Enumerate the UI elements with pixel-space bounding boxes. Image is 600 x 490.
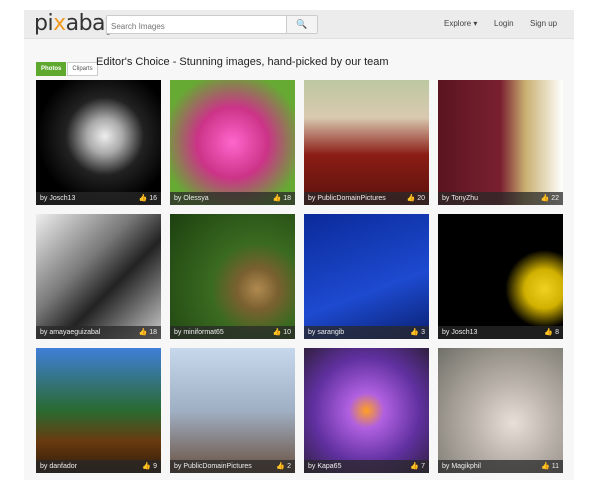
image-tile[interactable]: by PublicDomainPictures 👍 2	[170, 348, 295, 473]
like-number: 18	[149, 329, 157, 336]
tile-caption: by Magikphil 👍 11	[438, 460, 563, 473]
like-count[interactable]: 👍 20	[407, 192, 425, 205]
tile-caption: by TonyZhu 👍 22	[438, 192, 563, 205]
author-link[interactable]: by PublicDomainPictures	[174, 460, 252, 473]
thumbs-up-icon: 👍	[272, 329, 282, 336]
thumbs-up-icon: 👍	[540, 195, 550, 202]
like-count[interactable]: 👍 9	[142, 460, 157, 473]
thumbs-up-icon: 👍	[276, 463, 286, 470]
like-number: 2	[287, 463, 291, 470]
media-filter: Photos Cliparts	[36, 57, 99, 76]
author-link[interactable]: by Magikphil	[442, 460, 481, 473]
logo-text: pi	[34, 11, 54, 36]
search-box: 🔍	[106, 15, 318, 34]
image-tile[interactable]: by TonyZhu 👍 22	[438, 80, 563, 205]
like-count[interactable]: 👍 8	[544, 326, 559, 339]
image-tile[interactable]: by Kapa65 👍 7	[304, 348, 429, 473]
tile-caption: by Kapa65 👍 7	[304, 460, 429, 473]
explore-menu[interactable]: Explore ▾	[444, 19, 477, 28]
like-number: 3	[421, 329, 425, 336]
author-link[interactable]: by miniformat65	[174, 326, 224, 339]
thumbs-up-icon: 👍	[544, 329, 554, 336]
tile-caption: by miniformat65 👍 10	[170, 326, 295, 339]
image-tile[interactable]: by PublicDomainPictures 👍 20	[304, 80, 429, 205]
thumbs-up-icon: 👍	[541, 463, 550, 470]
tile-caption: by Josch13 👍 8	[438, 326, 563, 339]
like-count[interactable]: 👍 2	[276, 460, 291, 473]
tile-caption: by amayaeguizabal 👍 18	[36, 326, 161, 339]
like-count[interactable]: 👍 10	[273, 326, 291, 339]
tile-caption: by PublicDomainPictures 👍 2	[170, 460, 295, 473]
thumbs-up-icon: 👍	[142, 463, 152, 470]
tab-cliparts[interactable]: Cliparts	[67, 62, 98, 76]
image-tile[interactable]: by sarangib 👍 3	[304, 214, 429, 339]
thumbs-up-icon: 👍	[138, 195, 148, 202]
like-number: 11	[551, 463, 559, 470]
like-number: 10	[283, 329, 291, 336]
like-count[interactable]: 👍 22	[541, 192, 559, 205]
thumbs-up-icon: 👍	[272, 195, 282, 202]
login-link[interactable]: Login	[494, 19, 514, 28]
tile-caption: by Josch13 👍 16	[36, 192, 161, 205]
author-link[interactable]: by danfador	[40, 460, 77, 473]
image-tile[interactable]: by Olessya 👍 18	[170, 80, 295, 205]
author-link[interactable]: by PublicDomainPictures	[308, 192, 386, 205]
thumbs-up-icon: 👍	[138, 329, 148, 336]
search-icon: 🔍	[296, 19, 308, 29]
thumbs-up-icon: 👍	[406, 195, 416, 202]
author-link[interactable]: by sarangib	[308, 326, 344, 339]
tab-photos[interactable]: Photos	[36, 62, 67, 76]
like-count[interactable]: 👍 18	[273, 192, 291, 205]
like-count[interactable]: 👍 11	[541, 460, 559, 473]
thumbs-up-icon: 👍	[410, 463, 420, 470]
like-count[interactable]: 👍 18	[139, 326, 157, 339]
like-number: 22	[551, 195, 559, 202]
like-number: 8	[555, 329, 559, 336]
image-tile[interactable]: by Magikphil 👍 11	[438, 348, 563, 473]
image-tile[interactable]: by Josch13 👍 16	[36, 80, 161, 205]
like-number: 7	[421, 463, 425, 470]
image-tile[interactable]: by Josch13 👍 8	[438, 214, 563, 339]
image-tile[interactable]: by amayaeguizabal 👍 18	[36, 214, 161, 339]
like-number: 20	[417, 195, 425, 202]
image-tile[interactable]: by danfador 👍 9	[36, 348, 161, 473]
author-link[interactable]: by TonyZhu	[442, 192, 478, 205]
page-title: Editor's Choice - Stunning images, hand-…	[96, 56, 389, 68]
header: pixabay 🔍 Explore ▾ Login Sign up	[24, 10, 574, 39]
author-link[interactable]: by amayaeguizabal	[40, 326, 100, 339]
logo-x: x	[53, 11, 66, 36]
like-number: 9	[153, 463, 157, 470]
thumbs-up-icon: 👍	[410, 329, 420, 336]
image-tile[interactable]: by miniformat65 👍 10	[170, 214, 295, 339]
like-count[interactable]: 👍 3	[410, 326, 425, 339]
like-number: 18	[283, 195, 291, 202]
author-link[interactable]: by Kapa65	[308, 460, 341, 473]
tile-caption: by sarangib 👍 3	[304, 326, 429, 339]
like-count[interactable]: 👍 7	[410, 460, 425, 473]
author-link[interactable]: by Josch13	[442, 326, 477, 339]
search-input[interactable]	[107, 19, 285, 34]
like-count[interactable]: 👍 16	[139, 192, 157, 205]
author-link[interactable]: by Olessya	[174, 192, 209, 205]
tile-caption: by PublicDomainPictures 👍 20	[304, 192, 429, 205]
tile-caption: by Olessya 👍 18	[170, 192, 295, 205]
tile-caption: by danfador 👍 9	[36, 460, 161, 473]
search-button[interactable]: 🔍	[286, 16, 317, 33]
signup-link[interactable]: Sign up	[530, 19, 557, 28]
author-link[interactable]: by Josch13	[40, 192, 75, 205]
like-number: 16	[149, 195, 157, 202]
